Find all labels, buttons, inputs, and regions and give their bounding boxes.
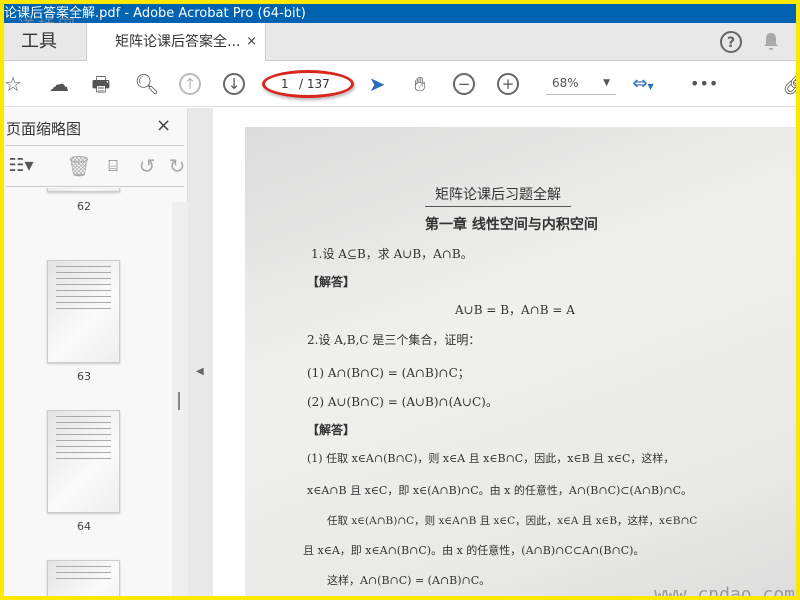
fit-page-icon[interactable]: ⇔▼ (630, 71, 656, 97)
bookmark-star-icon[interactable]: ☆ (4, 71, 26, 97)
previous-page-icon[interactable]: ↑ (179, 73, 201, 95)
options-menu-icon[interactable]: ☷▾ (8, 153, 34, 179)
chevron-down-icon: ▼ (603, 78, 610, 88)
rotate-right-icon[interactable]: ↻ (164, 153, 190, 179)
doc-title: 矩阵论课后习题全解 (425, 184, 571, 207)
next-page-icon[interactable]: ↓ (223, 73, 245, 95)
print-icon[interactable]: 🖶 (88, 71, 114, 97)
doc-line: 任取 x∈(A∩B)∩C，则 x∈A∩B 且 x∈C，因此，x∈A 且 x∈B，… (327, 515, 698, 527)
tab-bar: 工具 矩阵论课后答案全... × ? (4, 23, 796, 62)
panel-splitter[interactable]: ◀ (188, 108, 213, 596)
upload-cloud-icon[interactable]: ☁ (46, 71, 72, 97)
thumbnail-page[interactable] (47, 188, 120, 192)
thumbnail-page[interactable] (47, 260, 120, 363)
doc-line: 2.设 A,B,C 是三个集合，证明： (307, 333, 481, 347)
insert-pages-icon[interactable]: ⌸ (100, 153, 126, 179)
doc-line: 【解答】 (307, 275, 356, 289)
doc-line: 1.设 A⊆B，求 A∪B，A∩B。 (311, 247, 473, 261)
doc-line: (2) A∪(B∩C) = (A∪B)∩(A∪C)。 (307, 395, 498, 409)
toolbar: ☆ ☁ 🖶 🔍︎ ↑ ↓ 1 / 137 ➤ ✋︎ − + 68% ▼ ⇔▼ •••… (4, 61, 796, 107)
panel-title: 页面缩略图 (6, 120, 82, 138)
rotate-left-icon[interactable]: ↺ (134, 153, 160, 179)
thumbnail-list: 62 63 64 (4, 188, 172, 596)
scrollbar-thumb[interactable] (178, 392, 180, 410)
doc-line: 且 x∈A，即 x∈A∩(B∩C)。由 x 的任意性，(A∩B)∩C⊂A∩(B∩… (303, 544, 645, 557)
thumbnail-label: 64 (77, 520, 91, 533)
tab-document-label: 矩阵论课后答案全... (115, 34, 241, 50)
thumbnail-label: 62 (77, 200, 91, 213)
zoom-select[interactable]: 68% ▼ (546, 73, 616, 95)
close-panel-icon[interactable]: × (156, 115, 171, 136)
acrobat-window: 论课后答案全解.pdf - Adobe Acrobat Pro (64-bit)… (4, 4, 796, 596)
total-pages: / 137 (299, 77, 330, 91)
doc-line: x∈A∩B 且 x∈C，即 x∈(A∩B)∩C。由 x 的任意性，A∩(B∩C)… (307, 484, 692, 497)
page-thumbnails-panel: 页面缩略图 × ☷▾ 🗑︎ ⌸ ↺ ↻ 62 63 64 (4, 108, 188, 596)
thumbnail-page[interactable] (47, 410, 120, 513)
tab-document[interactable]: 矩阵论课后答案全... × (86, 23, 266, 62)
zoom-out-icon[interactable]: − (453, 73, 475, 95)
more-tools-icon[interactable]: ••• (690, 71, 718, 97)
pdf-page: 矩阵论课后习题全解 第一章 线性空间与内积空间 1.设 A⊆B，求 A∪B，A∩… (245, 127, 796, 596)
zoom-in-icon[interactable]: + (497, 73, 519, 95)
link-icon[interactable]: 🔗︎ (782, 71, 796, 97)
search-icon[interactable]: 🔍︎ (134, 71, 160, 97)
hand-tool-icon[interactable]: ✋︎ (407, 71, 433, 97)
watermark: www.cndao.com (654, 584, 795, 596)
collapse-arrow-icon[interactable]: ◀ (196, 366, 204, 377)
thumbnail-scrollbar[interactable] (172, 202, 188, 596)
doc-line: 【解答】 (307, 423, 356, 437)
current-page-input[interactable]: 1 (281, 73, 289, 95)
delete-icon[interactable]: 🗑︎ (66, 153, 92, 179)
thumbnail-page[interactable] (47, 560, 120, 596)
doc-line: 这样，A∩(B∩C) = (A∩B)∩C。 (327, 574, 491, 587)
title-bar: 论课后答案全解.pdf - Adobe Acrobat Pro (64-bit) (4, 4, 796, 23)
select-cursor-icon[interactable]: ➤ (364, 71, 390, 97)
bell-icon[interactable] (760, 31, 782, 53)
tab-tools[interactable]: 工具 (4, 23, 84, 61)
zoom-value: 68% (552, 76, 579, 90)
chapter-heading: 第一章 线性空间与内积空间 (425, 217, 598, 233)
doc-line: (1) A∩(B∩C) = (A∩B)∩C； (307, 366, 470, 380)
page-number-field[interactable]: 1 / 137 (262, 70, 354, 98)
document-viewer: 矩阵论课后习题全解 第一章 线性空间与内积空间 1.设 A⊆B，求 A∪B，A∩… (213, 108, 796, 596)
close-tab-icon[interactable]: × (246, 23, 257, 61)
thumbnail-label: 63 (77, 370, 91, 383)
thumbnail-toolbar: ☷▾ 🗑︎ ⌸ ↺ ↻ (6, 145, 185, 187)
doc-line: (1) 任取 x∈A∩(B∩C)，则 x∈A 且 x∈B∩C，因此，x∈B 且 … (307, 452, 675, 465)
doc-line: A∪B = B，A∩B = A (455, 303, 575, 317)
help-icon[interactable]: ? (720, 31, 742, 53)
